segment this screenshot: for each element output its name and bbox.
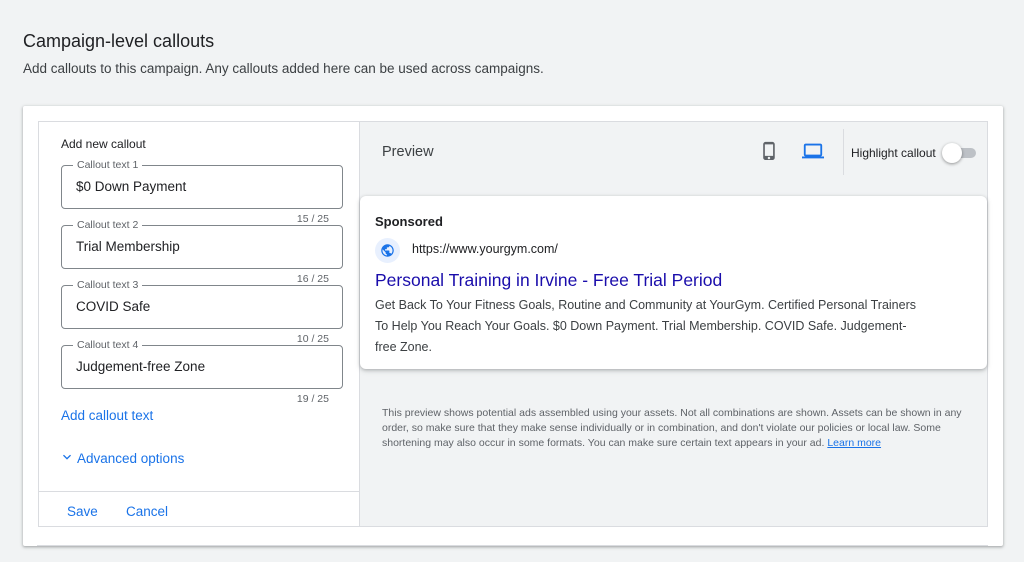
mobile-icon bbox=[758, 140, 780, 162]
add-callout-text-button[interactable]: Add callout text bbox=[61, 408, 153, 423]
callout-field-3[interactable]: Callout text 3 bbox=[61, 279, 343, 329]
callout-field-1[interactable]: Callout text 1 bbox=[61, 159, 343, 209]
callout-text-input-3[interactable] bbox=[76, 299, 326, 314]
callout-text-input-1[interactable] bbox=[76, 179, 326, 194]
callout-field-label: Callout text 1 bbox=[73, 159, 143, 171]
char-counter: 16 / 25 bbox=[296, 273, 329, 285]
callout-field-label: Callout text 4 bbox=[73, 339, 143, 351]
ad-preview-panel: Preview Highlight callout Sponsored http… bbox=[360, 122, 987, 526]
char-counter: 15 / 25 bbox=[296, 213, 329, 225]
cancel-button[interactable]: Cancel bbox=[126, 504, 168, 519]
learn-more-link[interactable]: Learn more bbox=[827, 437, 881, 449]
advanced-options-label: Advanced options bbox=[77, 451, 185, 466]
char-counter: 10 / 25 bbox=[296, 333, 329, 345]
callout-field-label: Callout text 2 bbox=[73, 219, 143, 231]
callouts-card: Add new callout Callout text 1 15 / 25 C… bbox=[23, 106, 1003, 546]
preview-disclaimer: This preview shows potential ads assembl… bbox=[382, 406, 962, 451]
preview-title: Preview bbox=[382, 144, 434, 160]
desktop-icon bbox=[802, 140, 824, 162]
highlight-callout-label: Highlight callout bbox=[851, 146, 936, 160]
callout-text-input-2[interactable] bbox=[76, 239, 326, 254]
highlight-callout-toggle[interactable] bbox=[942, 143, 982, 163]
ad-description: Get Back To Your Fitness Goals, Routine … bbox=[375, 298, 917, 354]
sponsored-label: Sponsored bbox=[375, 214, 443, 229]
bottom-divider bbox=[37, 545, 988, 546]
editor-footer: Save Cancel bbox=[39, 491, 359, 526]
callout-field-label: Callout text 3 bbox=[73, 279, 143, 291]
advanced-options-toggle[interactable]: Advanced options bbox=[59, 449, 184, 468]
chevron-down-icon bbox=[59, 449, 75, 468]
mobile-preview-button[interactable] bbox=[758, 140, 780, 162]
callout-text-input-4[interactable] bbox=[76, 359, 326, 374]
char-counter: 19 / 25 bbox=[296, 393, 329, 405]
callout-field-4[interactable]: Callout text 4 bbox=[61, 339, 343, 389]
ad-display-url: https://www.yourgym.com/ bbox=[412, 242, 558, 256]
callout-editor-panel: Add new callout Callout text 1 15 / 25 C… bbox=[39, 122, 360, 526]
globe-icon bbox=[375, 238, 400, 263]
desktop-preview-button[interactable] bbox=[802, 140, 824, 162]
ad-preview-card: Sponsored https://www.yourgym.com/ Perso… bbox=[360, 196, 987, 369]
toggle-thumb bbox=[942, 143, 962, 163]
save-button[interactable]: Save bbox=[67, 504, 98, 519]
page-title: Campaign-level callouts bbox=[23, 31, 215, 51]
toolbar-divider bbox=[843, 129, 844, 175]
callouts-editor-container: Add new callout Callout text 1 15 / 25 C… bbox=[38, 121, 988, 527]
ad-headline-link[interactable]: Personal Training in Irvine - Free Trial… bbox=[375, 270, 722, 291]
page-subtitle: Add callouts to this campaign. Any callo… bbox=[23, 61, 544, 76]
callout-field-2[interactable]: Callout text 2 bbox=[61, 219, 343, 269]
add-callout-heading: Add new callout bbox=[61, 137, 146, 151]
